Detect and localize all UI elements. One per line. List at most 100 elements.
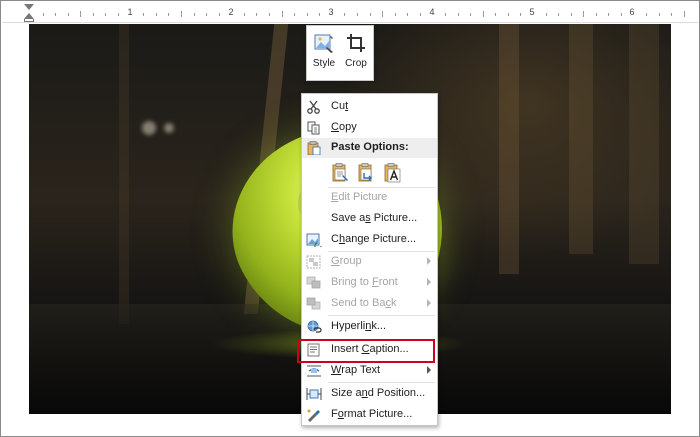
paste-keep-formatting-icon xyxy=(332,163,348,182)
ruler-tick xyxy=(356,13,358,16)
ruler-tick xyxy=(180,11,182,17)
ruler-tick xyxy=(507,13,509,16)
paste-merge-formatting-icon xyxy=(358,163,372,182)
format-picture-icon xyxy=(307,409,320,422)
menu-separator xyxy=(328,315,435,316)
menu-item-bring-to-front[interactable]: Bring to Front xyxy=(302,273,437,293)
background-beam xyxy=(119,24,129,324)
insert-caption-highlight-box xyxy=(297,339,435,363)
menu-item-send-to-back[interactable]: Send to Back xyxy=(302,294,437,314)
hyperlink-icon xyxy=(307,320,322,333)
menu-item-size-and-position[interactable]: Size and Position... xyxy=(302,384,437,404)
ruler-tick xyxy=(382,11,384,17)
ruler-tick xyxy=(243,13,245,16)
group-icon xyxy=(306,255,321,269)
paste-text-only-button[interactable] xyxy=(382,163,402,183)
ruler-tick xyxy=(67,13,69,16)
ruler-tick xyxy=(118,13,119,16)
ruler-tick xyxy=(545,13,547,16)
background-light xyxy=(142,121,156,135)
ruler-tick xyxy=(482,11,484,17)
menu-item-wrap-text[interactable]: Wrap Text xyxy=(302,361,437,381)
menu-label: Hyperlink... xyxy=(331,320,387,332)
background-beam xyxy=(629,24,659,264)
crop-button[interactable]: Crop xyxy=(341,30,371,76)
menu-item-save-as-picture[interactable]: Save as Picture... xyxy=(302,209,437,229)
mini-toolbar: Style Crop xyxy=(306,25,374,81)
ruler-tick xyxy=(419,13,421,16)
menu-item-copy[interactable]: Copy xyxy=(302,118,437,138)
menu-item-group[interactable]: Group xyxy=(302,252,437,272)
submenu-arrow-icon xyxy=(427,366,431,374)
menu-label: Copy xyxy=(331,121,357,133)
left-indent-marker[interactable] xyxy=(24,19,34,22)
background-beam xyxy=(499,24,519,274)
ruler-tick xyxy=(583,11,585,17)
ruler-tick xyxy=(155,13,157,16)
menu-item-edit-picture[interactable]: Edit Picture xyxy=(302,188,437,208)
paste-text-only-icon xyxy=(384,163,401,183)
ruler-tick xyxy=(369,13,371,16)
ruler-tick xyxy=(621,13,622,16)
ruler-tick xyxy=(671,13,673,16)
ruler-tick xyxy=(105,13,107,16)
menu-item-format-picture[interactable]: Format Picture... xyxy=(302,405,437,425)
background-beam xyxy=(569,24,593,254)
style-button[interactable]: Style xyxy=(309,30,339,76)
first-line-indent-marker[interactable] xyxy=(24,4,34,10)
ruler-tick xyxy=(445,13,446,16)
ruler-tick xyxy=(55,13,57,16)
ruler-number-6: 6 xyxy=(629,7,635,17)
menu-item-cut[interactable]: Cut xyxy=(302,97,437,117)
horizontal-ruler[interactable]: 1 2 3 4 5 6 xyxy=(2,2,698,23)
ruler-tick xyxy=(193,13,195,16)
wrap-text-icon xyxy=(307,365,321,377)
ruler-tick xyxy=(658,13,660,16)
send-back-icon xyxy=(306,297,321,310)
ruler-tick xyxy=(407,13,409,16)
ruler-tick xyxy=(319,13,321,16)
ruler-tick xyxy=(306,13,308,16)
submenu-arrow-icon xyxy=(427,299,431,307)
menu-item-change-picture[interactable]: Change Picture... xyxy=(302,230,437,250)
ruler-tick xyxy=(457,13,459,16)
menu-separator xyxy=(328,382,435,383)
ruler-tick xyxy=(344,13,346,16)
menu-label: Group xyxy=(331,255,362,267)
picture-style-icon xyxy=(314,34,333,53)
style-label: Style xyxy=(312,58,336,69)
ruler-tick xyxy=(394,13,396,16)
bring-front-icon xyxy=(306,276,321,289)
clipboard-icon xyxy=(307,141,321,155)
paste-merge-formatting-button[interactable] xyxy=(356,163,376,183)
ruler-tick xyxy=(520,13,522,16)
menu-label: Send to Back xyxy=(331,297,397,309)
ruler-tick xyxy=(256,13,258,16)
ruler-tick xyxy=(168,13,170,16)
submenu-arrow-icon xyxy=(427,278,431,286)
ruler-tick xyxy=(595,13,597,16)
ruler-tick xyxy=(646,13,648,16)
ruler-tick xyxy=(143,13,145,16)
paste-options-label: Paste Options: xyxy=(331,141,409,153)
ruler-tick xyxy=(558,13,560,16)
menu-label: Wrap Text xyxy=(331,364,381,376)
ruler-tick xyxy=(42,13,44,16)
ruler-number-3: 3 xyxy=(328,7,334,17)
paste-keep-formatting-button[interactable] xyxy=(330,163,350,183)
menu-item-hyperlink[interactable]: Hyperlink... xyxy=(302,317,437,337)
ruler-tick xyxy=(206,13,207,16)
menu-label: Format Picture... xyxy=(331,408,413,420)
menu-label: Bring to Front xyxy=(331,276,398,288)
ruler-tick xyxy=(570,13,572,16)
menu-label: Save as Picture... xyxy=(331,212,418,224)
ruler-tick xyxy=(470,13,472,16)
ruler-tick xyxy=(294,13,296,16)
menu-label: Edit Picture xyxy=(331,191,388,203)
ruler-tick xyxy=(92,13,94,16)
size-position-icon xyxy=(306,388,322,400)
ruler-number-1: 1 xyxy=(127,7,133,17)
crop-label: Crop xyxy=(345,58,367,69)
ruler-tick xyxy=(281,11,283,17)
menu-label: Cut xyxy=(331,100,349,112)
